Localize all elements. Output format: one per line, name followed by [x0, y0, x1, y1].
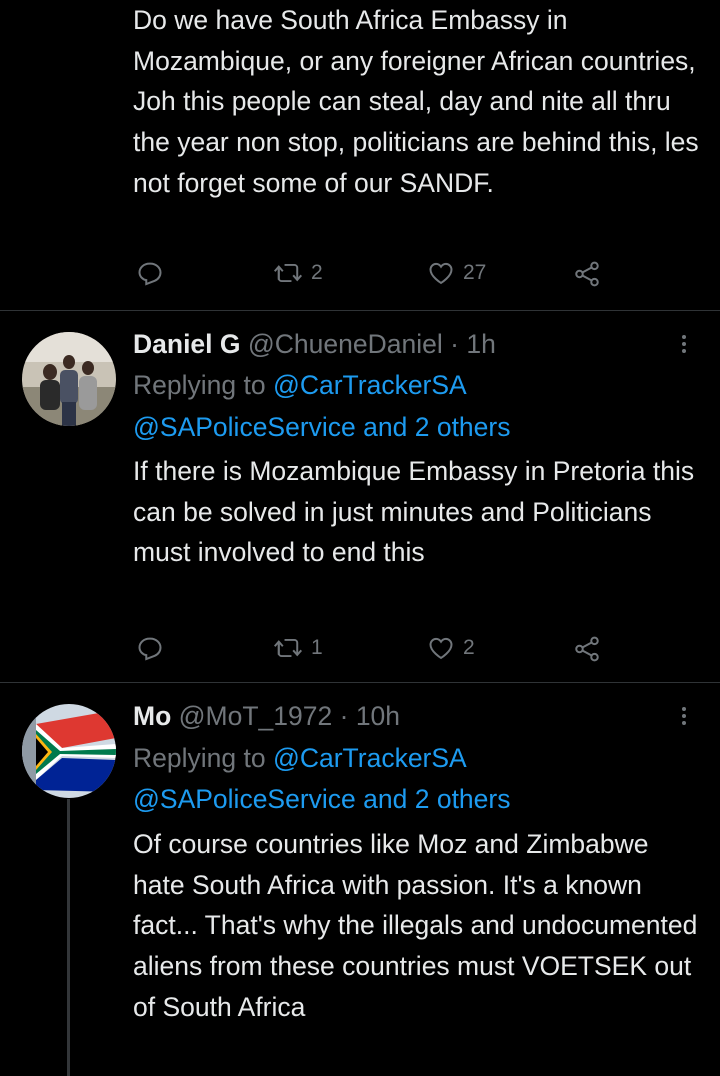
share-button[interactable] [572, 634, 602, 664]
tweet-3[interactable]: Mo @MoT_1972 · 10h Replying to @CarTrack… [0, 683, 720, 1076]
like-icon [429, 262, 453, 285]
more-button[interactable] [674, 332, 694, 362]
replying-label: Replying to [133, 743, 266, 773]
reply-button[interactable] [136, 259, 164, 287]
like-button[interactable]: 2 [427, 634, 475, 662]
mention-link[interactable]: @CarTrackerSA [273, 370, 467, 400]
replying-to: Replying to @CarTrackerSA [133, 365, 467, 406]
avatar[interactable] [22, 332, 116, 426]
like-count: 27 [463, 261, 487, 284]
tweet-text: If there is Mozambique Embassy in Pretor… [133, 456, 695, 568]
replying-to: Replying to @CarTrackerSA [133, 738, 467, 779]
retweet-button[interactable]: 1 [273, 634, 323, 662]
separator: · [450, 329, 459, 359]
like-count: 2 [463, 636, 475, 659]
timestamp[interactable]: 10h [356, 701, 400, 731]
display-name[interactable]: Daniel G [133, 329, 241, 359]
tweet-2[interactable]: Daniel G @ChueneDaniel · 1h Replying to … [0, 311, 720, 681]
replying-others-link[interactable]: @SAPoliceService and 2 others [133, 407, 510, 448]
handle[interactable]: @MoT_1972 [179, 701, 333, 731]
retweet-count: 1 [311, 636, 323, 659]
reply-button[interactable] [136, 634, 164, 662]
tweet-text: Do we have South Africa Embassy in Mozam… [133, 5, 699, 198]
mention-link[interactable]: @CarTrackerSA [273, 743, 467, 773]
reply-icon [138, 637, 162, 661]
replying-others-link[interactable]: @SAPoliceService and 2 others [133, 779, 510, 820]
replying-label: Replying to [133, 370, 266, 400]
retweet-icon [273, 638, 303, 658]
like-icon [429, 637, 453, 660]
more-icon [674, 335, 694, 353]
thread-line [67, 799, 70, 1076]
display-name[interactable]: Mo [133, 701, 171, 731]
retweet-button[interactable]: 2 [273, 259, 323, 287]
tweet-header: Mo @MoT_1972 · 10h [133, 698, 400, 734]
reply-icon [138, 262, 162, 286]
more-button[interactable] [674, 704, 694, 734]
timestamp[interactable]: 1h [466, 329, 495, 359]
retweet-icon [273, 263, 303, 283]
handle[interactable]: @ChueneDaniel [248, 329, 443, 359]
avatar[interactable] [22, 704, 116, 798]
tweet-text: Of course countries like Moz and Zimbabw… [133, 829, 698, 1022]
like-button[interactable]: 27 [427, 259, 486, 287]
more-icon [674, 707, 694, 725]
share-icon [575, 261, 599, 287]
share-icon [575, 636, 599, 662]
share-button[interactable] [572, 259, 602, 289]
tweet-header: Daniel G @ChueneDaniel · 1h [133, 326, 496, 362]
separator: · [339, 701, 349, 731]
tweet-1[interactable]: Do we have South Africa Embassy in Mozam… [0, 0, 720, 310]
retweet-count: 2 [311, 261, 323, 284]
